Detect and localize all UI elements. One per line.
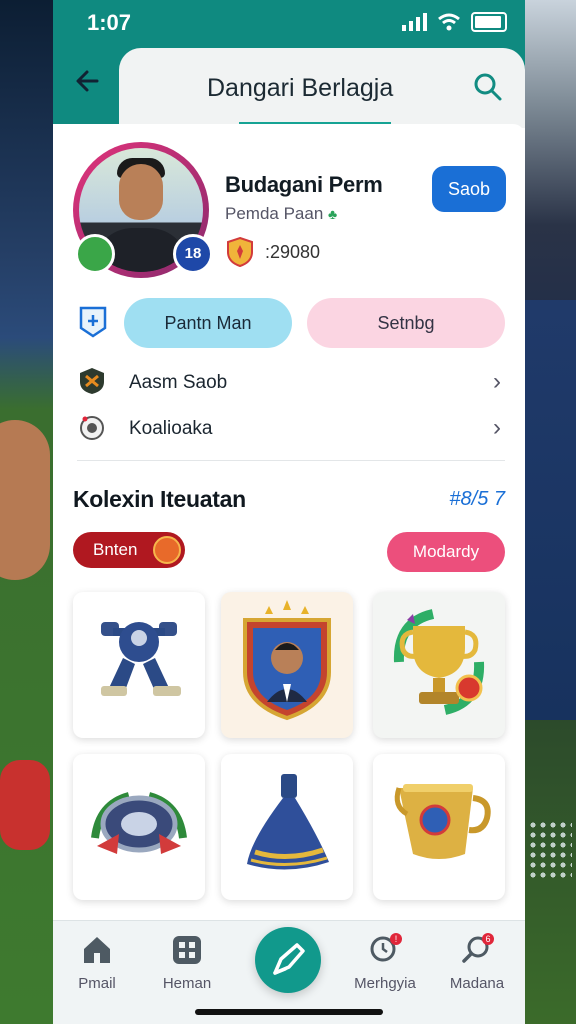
nav-label: Madana — [449, 975, 505, 992]
status-icons — [402, 12, 507, 32]
collection-card[interactable] — [221, 592, 353, 738]
nav-item-search[interactable]: 6 Madana — [437, 933, 517, 992]
list-item-label: Koalioaka — [129, 418, 213, 439]
bottom-navigation: Pmail Heman ! Merhgyia 6 Madana — [53, 920, 525, 1024]
player-boot-decoration — [0, 760, 50, 850]
player-arm-decoration — [0, 420, 50, 580]
blue-mech-trophy-icon — [101, 622, 181, 696]
ticket-icon[interactable] — [77, 304, 109, 338]
profile-subtitle-text: Pemda Paan — [225, 204, 324, 223]
team-badge-icon — [75, 234, 115, 274]
phone-screen: 1:07 Dangari Berlagja 18 Budagani Perm P… — [53, 0, 525, 1024]
chevron-right-icon: › — [493, 414, 501, 441]
nav-label: Pmail — [78, 975, 116, 992]
chevron-right-icon: › — [493, 368, 501, 395]
filter-chip-left-label: Bnten — [93, 540, 138, 559]
collection-count[interactable]: #8/5 7 — [449, 488, 505, 511]
grid-icon — [173, 936, 201, 964]
camera-icon — [80, 416, 104, 440]
search-icon — [474, 73, 502, 101]
gold-cup-trophy-icon — [393, 609, 485, 715]
profile-subtitle: Pemda Paan ♣ — [225, 204, 337, 224]
back-button[interactable] — [69, 66, 107, 104]
arrow-left-icon — [76, 70, 99, 92]
main-content: 18 Budagani Perm Pemda Paan ♣ :29080 Sao… — [53, 124, 525, 920]
notification-badge: ! — [390, 933, 402, 945]
nav-item-home[interactable]: Pmail — [57, 933, 137, 992]
app-header: Dangari Berlagja — [53, 48, 525, 128]
header-title-tab: Dangari Berlagja — [119, 48, 525, 128]
tab-secondary[interactable]: Setnbg — [307, 298, 505, 348]
number-badge: 18 — [173, 234, 213, 274]
medal-icon — [153, 536, 181, 564]
divider — [77, 460, 505, 461]
wifi-icon — [438, 13, 460, 31]
signal-icon — [402, 13, 427, 31]
blue-scarf-pennant-icon — [247, 774, 329, 870]
nav-label: Heman — [162, 975, 212, 992]
section-title: Kolexin Iteuatan — [73, 486, 246, 512]
pen-icon — [273, 943, 305, 975]
collection-card[interactable] — [73, 592, 205, 738]
nav-label: Merhgyia — [354, 975, 416, 992]
list-item-label: Aasm Saob — [129, 372, 228, 393]
home-indicator — [195, 1009, 383, 1015]
collection-card[interactable] — [373, 754, 505, 900]
page-title: Dangari Berlagja — [207, 74, 394, 102]
stadium-background-right — [524, 0, 576, 1024]
dot-pattern-decoration — [528, 820, 572, 880]
nav-item-grid[interactable]: Heman — [147, 933, 227, 992]
points-value: :29080 — [265, 241, 321, 262]
shield-points-icon — [227, 236, 253, 268]
leaf-icon: ♣ — [328, 206, 338, 222]
club-crest-icon — [80, 368, 104, 394]
laurel-medal-emblem-icon — [91, 792, 187, 854]
player-shield-badge-icon — [243, 600, 331, 721]
filter-chip-left[interactable]: Bnten — [73, 532, 185, 568]
filter-chip-right[interactable]: Modardy — [387, 532, 505, 572]
player-jersey-decoration — [524, 300, 576, 720]
stadium-background-left — [0, 0, 60, 1024]
collection-card[interactable] — [221, 754, 353, 900]
points-row: :29080 — [225, 236, 320, 268]
home-icon — [84, 937, 110, 963]
tabs-row: Pantn Man Setnbg — [53, 296, 525, 352]
battery-icon — [471, 12, 507, 32]
save-button[interactable]: Saob — [432, 166, 506, 212]
nav-item-history[interactable]: ! Merhgyia — [345, 933, 425, 992]
status-bar: 1:07 — [53, 0, 525, 48]
collection-card[interactable] — [73, 754, 205, 900]
nav-center-action[interactable] — [255, 927, 321, 993]
list-item[interactable]: Aasm Saob › — [53, 360, 525, 404]
collection-card[interactable] — [373, 592, 505, 738]
profile-name: Budagani Perm — [225, 172, 383, 197]
gold-beer-mug-trophy-icon — [394, 784, 491, 859]
list-item[interactable]: Koalioaka › — [53, 406, 525, 450]
status-time: 1:07 — [87, 10, 132, 35]
tab-primary[interactable]: Pantn Man — [124, 298, 292, 348]
search-button[interactable] — [471, 70, 505, 104]
notification-badge: 6 — [482, 933, 494, 945]
